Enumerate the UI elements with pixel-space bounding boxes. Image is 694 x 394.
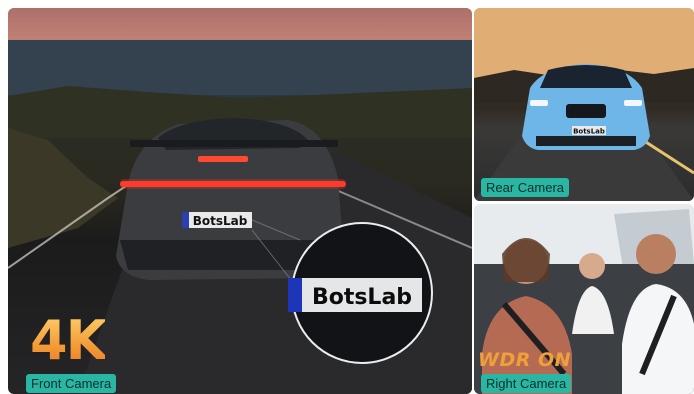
- rear-camera-caption: Rear Camera: [481, 178, 570, 197]
- resolution-badge: 4K: [30, 309, 107, 372]
- front-camera-caption: Front Camera: [26, 374, 117, 393]
- front-camera-panel[interactable]: BotsLab BotsLab 4K Front Camera: [8, 8, 472, 394]
- zoom-plate-text: BotsLab: [312, 285, 412, 310]
- front-plate-text: BotsLab: [193, 214, 248, 228]
- rear-camera-scene: BotsLab: [474, 8, 694, 201]
- rear-plate-text: BotsLab: [573, 128, 605, 136]
- wdr-badge: WDR ON: [478, 349, 572, 371]
- right-camera-panel[interactable]: WDR ON Right Camera: [474, 204, 694, 394]
- rear-camera-panel[interactable]: BotsLab Rear Camera: [474, 8, 694, 201]
- right-camera-caption: Right Camera: [481, 374, 572, 393]
